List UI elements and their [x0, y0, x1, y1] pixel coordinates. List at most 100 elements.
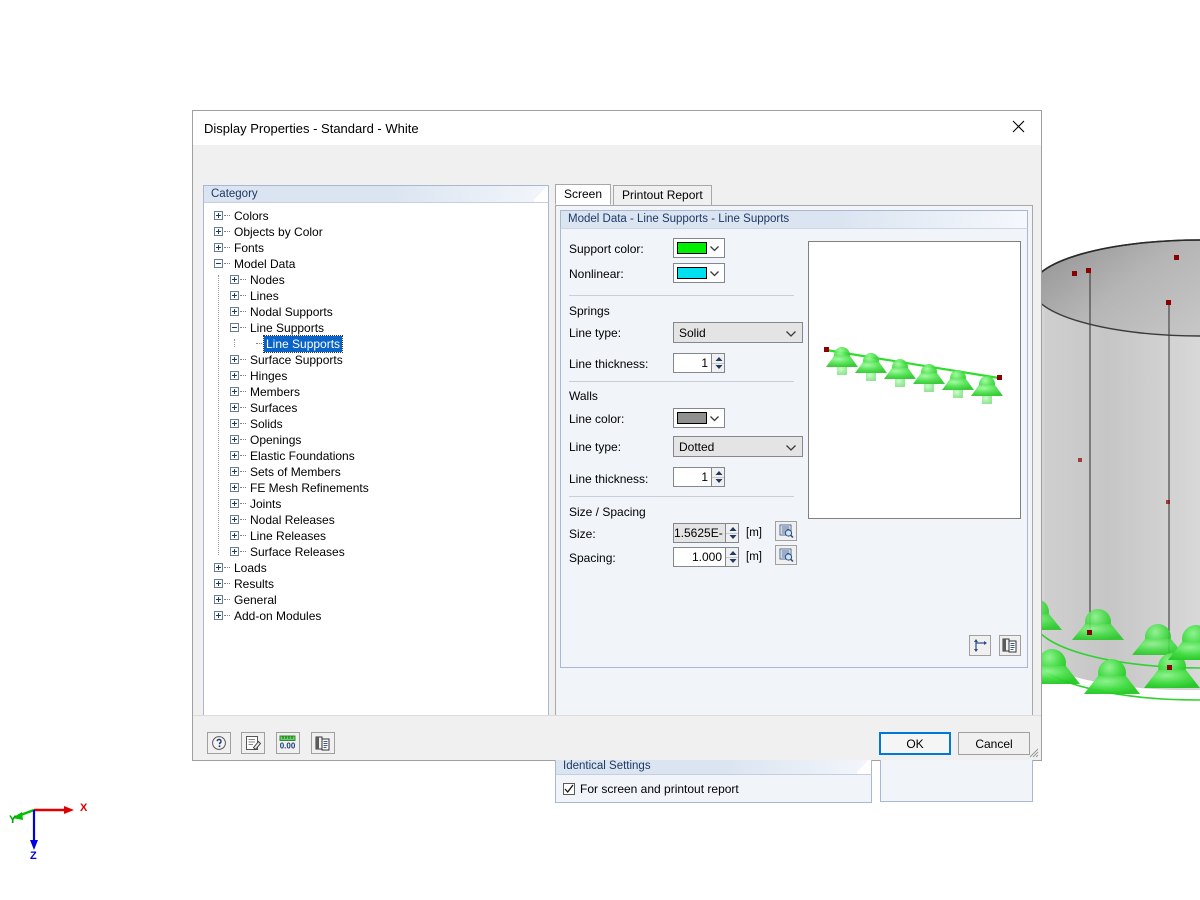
tree-item-elastic-foundations[interactable]: Elastic Foundations: [204, 447, 548, 463]
expand-plus-icon[interactable]: [214, 211, 223, 220]
spinner-buttons[interactable]: [711, 467, 725, 487]
spinner-buttons[interactable]: [711, 353, 725, 373]
spinner-buttons[interactable]: [725, 523, 739, 543]
tree-item-nodal-releases[interactable]: Nodal Releases: [204, 511, 548, 527]
expand-plus-icon[interactable]: [230, 291, 239, 300]
expand-plus-icon[interactable]: [230, 387, 239, 396]
tree-connector: [240, 455, 246, 457]
tree-item-model-data[interactable]: Model Data: [204, 255, 548, 271]
help-question-icon[interactable]: [207, 732, 231, 754]
category-tree[interactable]: ColorsObjects by ColorFontsModel DataNod…: [203, 202, 549, 753]
spinner-down-icon[interactable]: [726, 534, 738, 543]
spinner-buttons[interactable]: [725, 547, 739, 567]
dialog-titlebar[interactable]: Display Properties - Standard - White: [193, 111, 1041, 145]
size-spinner[interactable]: 1.5625E-: [673, 523, 739, 543]
section-body: Support color: Nonlinear:: [560, 228, 1028, 668]
spinner-down-icon[interactable]: [712, 478, 724, 487]
tree-item-general[interactable]: General: [204, 591, 548, 607]
tree-item-colors[interactable]: Colors: [204, 207, 548, 223]
expand-plus-icon[interactable]: [230, 467, 239, 476]
springs-line-type-combo[interactable]: Solid: [673, 322, 803, 343]
spacing-value[interactable]: 1.000: [673, 547, 725, 567]
expand-plus-icon[interactable]: [214, 611, 223, 620]
close-icon[interactable]: [996, 111, 1041, 141]
expand-plus-icon[interactable]: [214, 227, 223, 236]
expand-plus-icon[interactable]: [230, 403, 239, 412]
edit-note-icon[interactable]: [241, 732, 265, 754]
tree-item-members[interactable]: Members: [204, 383, 548, 399]
spacing-detail-button[interactable]: [775, 545, 797, 565]
tree-item-openings[interactable]: Openings: [204, 431, 548, 447]
expand-plus-icon[interactable]: [230, 435, 239, 444]
expand-plus-icon[interactable]: [230, 451, 239, 460]
walls-line-type-combo[interactable]: Dotted: [673, 436, 803, 457]
collapse-minus-icon[interactable]: [230, 323, 239, 332]
expand-plus-icon[interactable]: [230, 515, 239, 524]
spinner-down-icon[interactable]: [712, 364, 724, 373]
tree-item-objects-by-color[interactable]: Objects by Color: [204, 223, 548, 239]
expand-plus-icon[interactable]: [230, 419, 239, 428]
cancel-button[interactable]: Cancel: [958, 732, 1030, 755]
resize-grip-icon[interactable]: [1027, 746, 1039, 758]
expand-plus-icon[interactable]: [214, 563, 223, 572]
tree-item-lines[interactable]: Lines: [204, 287, 548, 303]
tree-item-solids[interactable]: Solids: [204, 415, 548, 431]
springs-line-thickness-spinner[interactable]: 1: [673, 353, 725, 373]
walls-line-thickness-spinner[interactable]: 1: [673, 467, 725, 487]
tree-item-fonts[interactable]: Fonts: [204, 239, 548, 255]
tree-item-nodal-supports[interactable]: Nodal Supports: [204, 303, 548, 319]
tree-item-results[interactable]: Results: [204, 575, 548, 591]
tree-connector: [240, 327, 246, 329]
tab-screen[interactable]: Screen: [555, 184, 611, 205]
spinner-up-icon[interactable]: [712, 354, 724, 364]
expand-plus-icon[interactable]: [230, 499, 239, 508]
tree-item-line-releases[interactable]: Line Releases: [204, 527, 548, 543]
size-value[interactable]: 1.5625E-: [673, 523, 725, 543]
nonlinear-color-combo[interactable]: [673, 263, 725, 283]
expand-plus-icon[interactable]: [230, 355, 239, 364]
copy-settings-icon[interactable]: [311, 732, 335, 754]
tree-item-line-supports[interactable]: Line Supports: [204, 335, 548, 351]
spinner-down-icon[interactable]: [726, 558, 738, 567]
numeric-ruler-icon[interactable]: 0.00: [276, 732, 300, 754]
springs-line-thickness-value[interactable]: 1: [673, 353, 711, 373]
size-detail-button[interactable]: [775, 521, 797, 541]
tree-item-surfaces[interactable]: Surfaces: [204, 399, 548, 415]
tree-item-surface-supports[interactable]: Surface Supports: [204, 351, 548, 367]
tree-item-line-supports[interactable]: Line Supports: [204, 319, 548, 335]
tree-item-joints[interactable]: Joints: [204, 495, 548, 511]
tree-item-surface-releases[interactable]: Surface Releases: [204, 543, 548, 559]
expand-plus-icon[interactable]: [214, 595, 223, 604]
collapse-minus-icon[interactable]: [214, 259, 223, 268]
expand-plus-icon[interactable]: [230, 307, 239, 316]
spinner-up-icon[interactable]: [726, 524, 738, 534]
spinner-up-icon[interactable]: [726, 548, 738, 558]
expand-plus-icon[interactable]: [230, 547, 239, 556]
expand-plus-icon[interactable]: [230, 371, 239, 380]
support-color-combo[interactable]: [673, 238, 725, 258]
expand-plus-icon[interactable]: [230, 531, 239, 540]
tree-item-hinges[interactable]: Hinges: [204, 367, 548, 383]
tree-item-nodes[interactable]: Nodes: [204, 271, 548, 287]
tree-item-sets-of-members[interactable]: Sets of Members: [204, 463, 548, 479]
springs-line-type-label: Line type:: [569, 326, 621, 340]
for-screen-and-printout-checkbox[interactable]: [563, 783, 575, 795]
expand-plus-icon[interactable]: [214, 243, 223, 252]
spacing-spinner[interactable]: 1.000: [673, 547, 739, 567]
copy-settings-icon[interactable]: [999, 635, 1021, 656]
tree-item-label: Fonts: [232, 240, 266, 256]
walls-line-thickness-value[interactable]: 1: [673, 467, 711, 487]
spinner-up-icon[interactable]: [712, 468, 724, 478]
ok-button[interactable]: OK: [879, 732, 951, 755]
support-preview[interactable]: [808, 241, 1021, 519]
expand-plus-icon[interactable]: [230, 483, 239, 492]
tree-item-fe-mesh-refinements[interactable]: FE Mesh Refinements: [204, 479, 548, 495]
tab-printout-report[interactable]: Printout Report: [613, 185, 712, 205]
expand-plus-icon[interactable]: [230, 275, 239, 284]
walls-line-color-combo[interactable]: [673, 408, 725, 428]
expand-plus-icon[interactable]: [214, 579, 223, 588]
dimension-arrows-icon[interactable]: [969, 635, 991, 656]
tree-item-loads[interactable]: Loads: [204, 559, 548, 575]
tree-item-add-on-modules[interactable]: Add-on Modules: [204, 607, 548, 623]
tree-connector: [240, 487, 246, 489]
